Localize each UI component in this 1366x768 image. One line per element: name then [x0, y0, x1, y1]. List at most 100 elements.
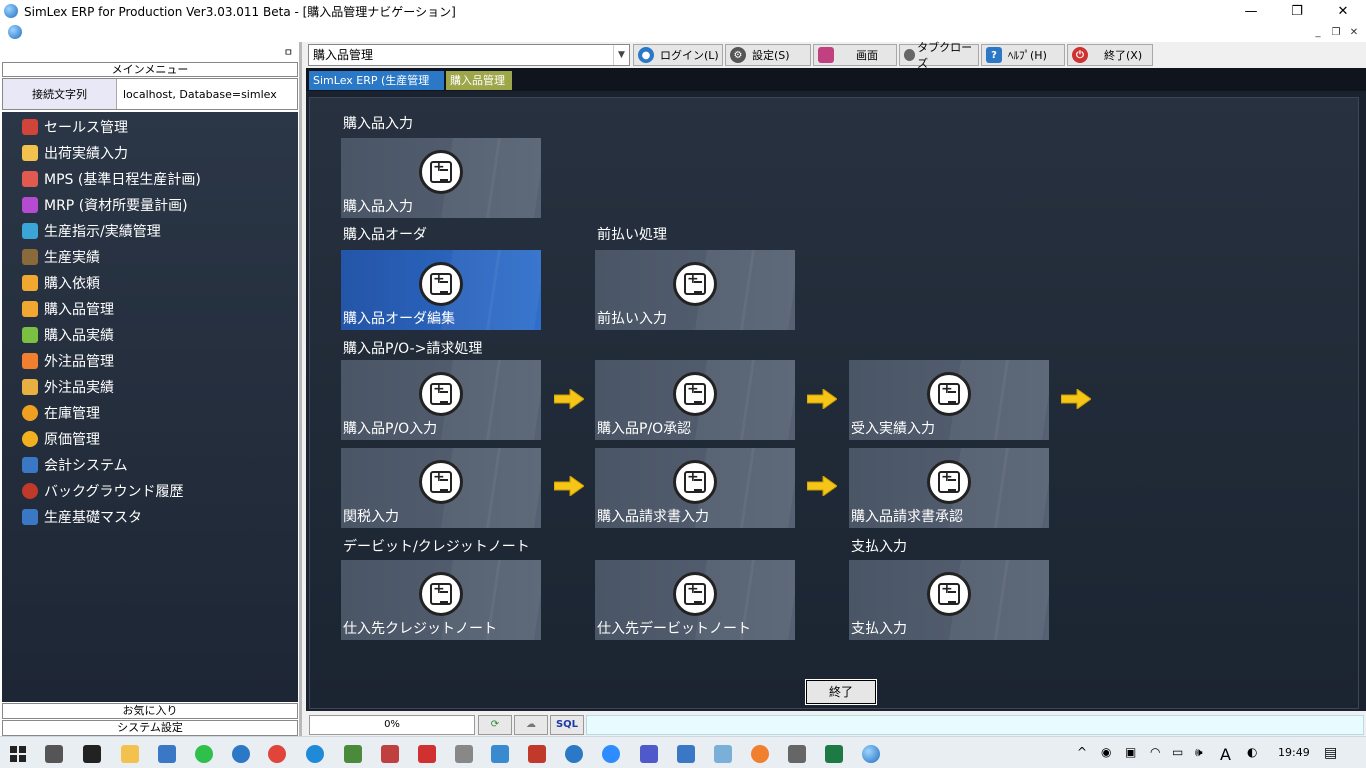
tile-invoice-input[interactable]: 購入品請求書入力 — [595, 448, 795, 528]
mdi-minimize-icon[interactable]: _ — [1310, 24, 1326, 40]
chrome-icon[interactable] — [268, 745, 286, 763]
status-bar: 0% ⟳ ☁ SQL — [306, 712, 1366, 736]
chevron-down-icon[interactable]: ▼ — [613, 45, 629, 65]
mdi-globe-icon[interactable] — [8, 25, 22, 39]
app-icon[interactable] — [344, 745, 362, 763]
tile-receiving-input[interactable]: 受入実績入力 — [849, 360, 1049, 440]
production-order-icon — [22, 223, 38, 239]
tile-invoice-approval[interactable]: 購入品請求書承認 — [849, 448, 1049, 528]
calculator-icon[interactable] — [788, 745, 806, 763]
menu-item-purchase-request[interactable]: 購入依頼 — [22, 272, 100, 294]
pin-icon[interactable]: ㅁ — [284, 44, 293, 59]
exit-button[interactable]: ⏻ 終了(X) — [1067, 44, 1153, 66]
screen-button[interactable]: 画面 — [813, 44, 897, 66]
chevron-up-icon[interactable]: ^ — [1077, 745, 1087, 759]
tab-close-button[interactable]: タブクローズ — [899, 41, 979, 70]
arrow-right-icon — [554, 389, 584, 409]
zoom-icon[interactable] — [602, 745, 620, 763]
menu-item-shipping[interactable]: 出荷実績入力 — [22, 142, 128, 164]
menu-item-master[interactable]: 生産基礎マスタ — [22, 506, 142, 528]
monitor-icon[interactable] — [158, 745, 176, 763]
terminal-icon[interactable] — [83, 745, 101, 763]
tile-purchase-order-edit[interactable]: 購入品オーダ編集 — [341, 250, 541, 330]
document-plus-icon — [419, 572, 463, 616]
gear-icon: ⚙ — [730, 47, 746, 63]
settings-button[interactable]: ⚙ 設定(S) — [725, 44, 811, 66]
favorites-tab[interactable]: お気に入り — [2, 703, 298, 719]
excel-icon[interactable] — [825, 745, 843, 763]
tile-prepayment-input[interactable]: 前払い入力 — [595, 250, 795, 330]
clock[interactable]: 19:49 — [1278, 746, 1310, 759]
tile-customs-input[interactable]: 関税入力 — [341, 448, 541, 528]
windows-start-icon[interactable] — [10, 746, 26, 762]
tile-supplier-credit-note[interactable]: 仕入先クレジットノート — [341, 560, 541, 640]
restore-button[interactable]: ❐ — [1274, 0, 1320, 22]
image-viewer-icon[interactable] — [491, 745, 509, 763]
sync-icon[interactable] — [232, 745, 250, 763]
simlex-taskbar-icon[interactable] — [862, 745, 880, 763]
login-button[interactable]: ● ログイン(L) — [633, 44, 723, 66]
title-bar: SimLex ERP for Production Ver3.03.011 Be… — [0, 0, 1366, 22]
menu-item-background-history[interactable]: バックグラウンド履歴 — [22, 480, 183, 502]
network-app-icon[interactable] — [677, 745, 695, 763]
menu-item-accounting[interactable]: 会計システム — [22, 454, 128, 476]
battery-icon[interactable]: ▭ — [1172, 745, 1183, 759]
document-edit-icon — [419, 262, 463, 306]
document-plus-icon — [673, 262, 717, 306]
menu-item-production-order[interactable]: 生産指示/実績管理 — [22, 220, 161, 242]
menu-item-purchase-results[interactable]: 購入品実績 — [22, 324, 114, 346]
system-settings-tab[interactable]: システム設定 — [2, 720, 298, 736]
tools-icon[interactable] — [455, 745, 473, 763]
paint-icon[interactable] — [751, 745, 769, 763]
wifi-icon[interactable]: ◠ — [1150, 745, 1160, 759]
menu-item-production-results[interactable]: 生産実績 — [22, 246, 100, 268]
document-plus-icon — [419, 372, 463, 416]
refresh-icon[interactable]: ⟳ — [478, 715, 512, 735]
minimize-button[interactable]: — — [1228, 0, 1274, 22]
menu-item-sales[interactable]: セールス管理 — [22, 116, 128, 138]
input-icon[interactable]: ▣ — [1125, 745, 1136, 759]
navigation-combo[interactable]: 購入品管理 ▼ — [308, 44, 630, 66]
tile-purchase-input[interactable]: 購入品入力 — [341, 138, 541, 218]
notepad-icon[interactable] — [714, 745, 732, 763]
tile-payment-input[interactable]: 支払入力 — [849, 560, 1049, 640]
mdi-close-icon[interactable]: ✕ — [1346, 24, 1362, 40]
menu-item-mrp[interactable]: MRP (資材所要量計画) — [22, 194, 188, 216]
document-plus-icon — [927, 460, 971, 504]
sql-button[interactable]: SQL — [550, 715, 584, 735]
teams-icon[interactable] — [640, 745, 658, 763]
menu-item-inventory[interactable]: 在庫管理 — [22, 402, 100, 424]
menu-item-cost[interactable]: 原価管理 — [22, 428, 100, 450]
progress-bar: 0% — [309, 715, 475, 735]
chart-app-icon[interactable] — [418, 745, 436, 763]
cloud-icon[interactable]: ☁ — [514, 715, 548, 735]
close-button[interactable]: ✕ — [1320, 0, 1366, 22]
menu-item-outsourcing-results[interactable]: 外注品実績 — [22, 376, 114, 398]
menu-item-mps[interactable]: MPS (基準日程生産計画) — [22, 168, 201, 190]
end-button[interactable]: 終了 — [805, 679, 877, 705]
volume-icon[interactable]: 🕪 — [1195, 745, 1203, 760]
file-explorer-icon[interactable] — [121, 745, 139, 763]
power-icon: ⏻ — [1072, 47, 1088, 63]
ime-icon[interactable]: A — [1220, 745, 1231, 764]
ime-mode-icon[interactable]: ◐ — [1247, 745, 1257, 759]
line-icon[interactable] — [195, 745, 213, 763]
task-view-icon[interactable] — [45, 745, 63, 763]
status-message-area — [586, 715, 1364, 735]
edge-icon[interactable] — [306, 745, 324, 763]
notification-icon[interactable]: ▤ — [1324, 745, 1337, 761]
tile-po-input[interactable]: 購入品P/O入力 — [341, 360, 541, 440]
tab-purchase-management[interactable]: 購入品管理 — [446, 71, 512, 90]
app2-icon[interactable] — [381, 745, 399, 763]
meet-icon[interactable]: ◉ — [1101, 745, 1111, 759]
menu-item-purchase-management[interactable]: 購入品管理 — [22, 298, 114, 320]
teamviewer-icon[interactable] — [565, 745, 583, 763]
main-menu-header[interactable]: メインメニュー — [2, 62, 298, 77]
help-button[interactable]: ? ﾍﾙﾌﾟ(H) — [981, 44, 1065, 66]
tile-supplier-debit-note[interactable]: 仕入先デービットノート — [595, 560, 795, 640]
mdi-restore-icon[interactable]: ❐ — [1328, 24, 1344, 40]
filezilla-icon[interactable] — [528, 745, 546, 763]
tile-po-approval[interactable]: 購入品P/O承認 — [595, 360, 795, 440]
tab-simlex-erp[interactable]: SimLex ERP (生産管理用) — [309, 71, 444, 106]
menu-item-outsourcing[interactable]: 外注品管理 — [22, 350, 114, 372]
